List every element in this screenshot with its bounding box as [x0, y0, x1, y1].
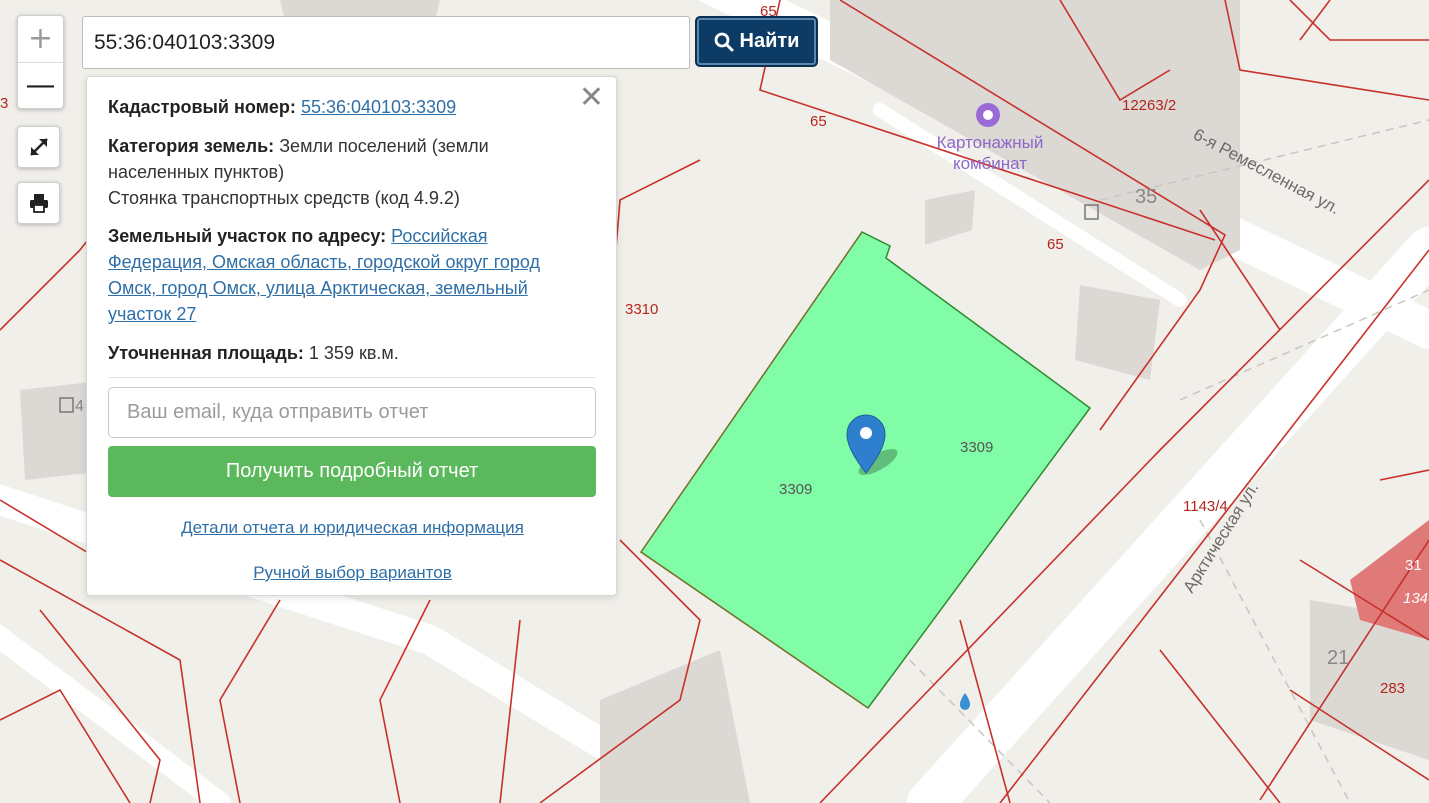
- cadastral-row: Кадастровый номер: 55:36:040103:3309: [108, 94, 578, 120]
- address-label: Земельный участок по адресу:: [108, 226, 387, 246]
- print-icon: [29, 194, 48, 213]
- close-icon[interactable]: ✕: [579, 83, 604, 113]
- building-number: 4: [75, 398, 84, 415]
- report-details-link[interactable]: Детали отчета и юридическая информация: [87, 515, 618, 541]
- category-row: Категория земель: Земли поселений (земли…: [108, 133, 578, 211]
- parcel-label: 3: [0, 95, 8, 112]
- address-link[interactable]: Российская: [391, 226, 487, 246]
- manual-selection-link[interactable]: Ручной выбор вариантов: [87, 560, 618, 586]
- area-label: Уточненная площадь:: [108, 343, 304, 363]
- expand-icon: [29, 138, 48, 156]
- address-row: Земельный участок по адресу: Российская …: [108, 223, 578, 327]
- cadastral-link[interactable]: 55:36:040103:3309: [301, 97, 456, 117]
- address-link[interactable]: Омск, город Омск, улица Арктическая, зем…: [108, 278, 528, 298]
- building-number: 21: [1327, 647, 1349, 669]
- poi-name[interactable]: комбинат: [953, 154, 1027, 173]
- parcel-label: 3309: [960, 439, 993, 456]
- parcel-label: 65: [1047, 236, 1064, 253]
- parcel-label: 3310: [625, 301, 658, 318]
- search-button[interactable]: Найти: [695, 16, 818, 67]
- category-value: Земли поселений (земли: [279, 136, 489, 156]
- parcel-label: 1143/4: [1183, 498, 1228, 515]
- search-icon: [714, 32, 734, 51]
- zoom-out-button[interactable]: —: [18, 62, 63, 108]
- search-button-label: Найти: [739, 30, 800, 52]
- usage-value: Стоянка транспортных средств (код 4.9.2): [108, 188, 460, 208]
- cadastral-label: Кадастровый номер:: [108, 97, 296, 117]
- fullscreen-button[interactable]: [17, 126, 60, 168]
- print-button[interactable]: [17, 182, 60, 224]
- address-link[interactable]: Федерация, Омская область, городской окр…: [108, 252, 540, 272]
- parcel-label: 65: [810, 113, 827, 130]
- area-row: Уточненная площадь: 1 359 кв.м.: [108, 340, 578, 366]
- parcel-label: 3309: [779, 481, 812, 498]
- parcel-info-popup: ✕ Кадастровый номер: 55:36:040103:3309 К…: [86, 76, 617, 596]
- search-input[interactable]: 55:36:040103:3309: [82, 16, 690, 69]
- building-number: 35: [1135, 186, 1157, 208]
- address-link[interactable]: участок 27: [108, 304, 196, 324]
- zoom-in-button[interactable]: +: [18, 16, 63, 62]
- zoom-control: + —: [17, 15, 64, 109]
- parcel-label: 12263/2: [1122, 97, 1176, 114]
- category-value: населенных пунктов): [108, 162, 285, 182]
- parcel-label: 134: [1403, 590, 1428, 607]
- parcel-label: 31: [1405, 557, 1422, 574]
- divider: [108, 377, 596, 378]
- get-report-button[interactable]: Получить подробный отчет: [108, 446, 596, 497]
- parcel-label: 283: [1380, 680, 1405, 697]
- category-label: Категория земель:: [108, 136, 275, 156]
- area-value: 1 359 кв.м.: [308, 343, 399, 363]
- email-field[interactable]: Ваш email, куда отправить отчет: [108, 387, 596, 438]
- poi-name[interactable]: Картонажный: [937, 133, 1044, 152]
